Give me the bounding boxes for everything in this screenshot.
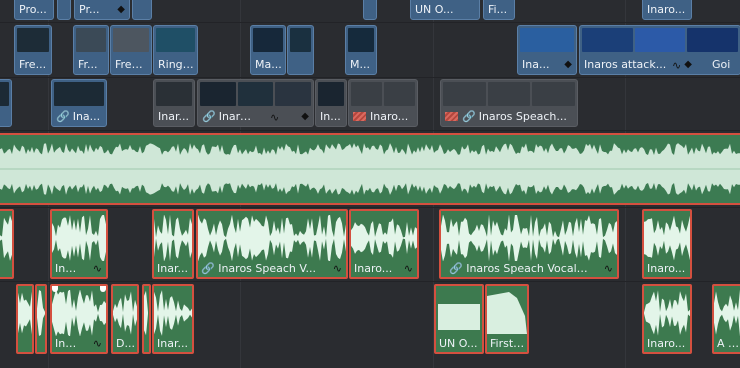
video-clip[interactable]: Inar...: [153, 79, 195, 127]
fade-curve-icon: ∿: [92, 262, 102, 275]
clip-label: First ...: [490, 337, 525, 350]
audio-clip[interactable]: [0, 209, 14, 279]
clip-label: Fred...: [115, 58, 149, 71]
clip-label: Inaros attack...: [584, 58, 667, 71]
audio-clip[interactable]: 🔗 Inaros Speach V... ∿: [196, 209, 348, 279]
clip-label: Ina...: [522, 58, 550, 71]
audio-clip[interactable]: UN O...: [434, 284, 484, 354]
keyframe-diamond-icon: ◆: [301, 111, 309, 122]
clip-label: Inaro...: [647, 337, 686, 350]
audio-clip[interactable]: Ina... ∿: [50, 284, 108, 354]
video-clip[interactable]: Ma...: [250, 25, 286, 75]
clip-label: Inar...: [157, 337, 188, 350]
keyframe-diamond-icon: ◆: [684, 59, 692, 70]
clip-label: Fr...: [78, 58, 98, 71]
clip-label: Inaro...: [353, 110, 415, 123]
audio-clip[interactable]: Ina... ∿: [50, 209, 108, 279]
video-clip[interactable]: [132, 0, 152, 20]
fading-waveform: [487, 292, 527, 334]
keyframe-diamond-icon: ◆: [117, 4, 125, 15]
flag-icon: [445, 112, 458, 121]
solid-waveform: [438, 304, 480, 330]
clip-label: Ma...: [255, 58, 282, 71]
video-clip[interactable]: [363, 0, 377, 20]
link-icon: 🔗: [449, 262, 467, 275]
fade-curve-icon: ∿: [603, 262, 613, 275]
video-clip[interactable]: Pr... ◆: [74, 0, 130, 20]
fade-curve-icon: ∿: [92, 337, 102, 350]
audio-clip[interactable]: [16, 284, 34, 354]
clip-label: Pro...: [19, 3, 47, 16]
video-clip[interactable]: Pro...: [14, 0, 54, 20]
video-clip[interactable]: Fr...: [73, 25, 109, 75]
fade-curve-icon: ∿: [332, 262, 342, 275]
clip-label: Ring ...: [158, 58, 195, 71]
clip-label: Fi...: [488, 3, 508, 16]
clip-label: Inaro...: [354, 262, 393, 275]
fade-handle[interactable]: [52, 286, 58, 292]
music-waveform: [0, 143, 740, 195]
clip-label: 🔗Inaro...: [202, 110, 253, 123]
clip-label: UN O...: [415, 3, 454, 16]
clip-label: UN O...: [439, 337, 478, 350]
clip-label: M...: [350, 58, 370, 71]
audio-clip[interactable]: Inar...: [152, 284, 194, 354]
clip-label: In...: [320, 110, 341, 123]
clip-label: 🔗 Inaros Speach Vocals ...: [449, 262, 593, 275]
video-clip[interactable]: Inaro...: [642, 0, 692, 20]
fade-curve-icon: ∿: [403, 262, 413, 275]
video-clip[interactable]: 🔗 Ina...: [51, 79, 107, 127]
link-icon: 🔗: [201, 262, 219, 275]
video-clip[interactable]: [57, 0, 71, 20]
video-clip[interactable]: In...: [315, 79, 347, 127]
video-clip[interactable]: Inaro...: [348, 79, 418, 127]
audio-clip[interactable]: Inaro...: [642, 284, 692, 354]
clip-label: Inar...: [158, 110, 189, 123]
keyframe-diamond-icon: ◆: [564, 59, 572, 70]
clip-label: Ina...: [55, 262, 82, 275]
fade-curve-icon: ∿: [270, 111, 280, 124]
audio-clip[interactable]: [142, 284, 151, 354]
clip-label: A Ri...: [717, 337, 740, 350]
video-clip[interactable]: Fred...: [110, 25, 152, 75]
video-clip[interactable]: Ina... ◆: [517, 25, 577, 75]
audio-clip[interactable]: [35, 284, 47, 354]
audio-clip[interactable]: Inaro...: [642, 209, 692, 279]
clip-label: 🔗 Inaros Speach...: [445, 110, 575, 123]
video-clip[interactable]: 🔗Inaro... ∿ ◆: [197, 79, 314, 127]
music-track-clip[interactable]: [0, 133, 740, 205]
clip-label: Fre...: [19, 58, 47, 71]
video-clip[interactable]: M...: [345, 25, 377, 75]
clip-label: Inaro...: [647, 3, 686, 16]
flag-icon: [353, 112, 366, 121]
audio-clip[interactable]: Inar...: [152, 209, 194, 279]
clip-label: Goi: [712, 58, 731, 71]
link-icon: 🔗: [56, 110, 70, 123]
video-clip[interactable]: Fre...: [14, 25, 52, 75]
audio-clip[interactable]: A Ri...: [712, 284, 740, 354]
video-clip[interactable]: [287, 25, 314, 75]
audio-clip[interactable]: D...: [111, 284, 139, 354]
clip-label: 🔗 Inaros Speach V...: [201, 262, 316, 275]
audio-clip[interactable]: Inaro... ∿: [349, 209, 419, 279]
video-clip[interactable]: [0, 79, 12, 127]
video-clip[interactable]: UN O...: [410, 0, 480, 20]
video-clip[interactable]: 🔗 Inaros Speach...: [440, 79, 578, 127]
video-clip[interactable]: Inaros attack... ∿ ◆ Goi: [579, 25, 740, 75]
clip-label: Ina...: [55, 337, 82, 350]
video-clip[interactable]: Fi...: [483, 0, 515, 20]
clip-label: Inar...: [157, 262, 188, 275]
clip-label: 🔗 Ina...: [56, 110, 101, 123]
fade-handle[interactable]: [100, 286, 106, 292]
video-clip[interactable]: Ring ...: [153, 25, 198, 75]
link-icon: 🔗: [462, 110, 476, 123]
audio-clip[interactable]: 🔗 Inaros Speach Vocals ... ∿: [439, 209, 619, 279]
audio-clip[interactable]: First ...: [485, 284, 529, 354]
link-icon: 🔗: [202, 110, 216, 123]
fade-curve-icon: ∿: [672, 59, 682, 72]
clip-label: Inaro...: [647, 262, 686, 275]
clip-label: D...: [116, 337, 135, 350]
